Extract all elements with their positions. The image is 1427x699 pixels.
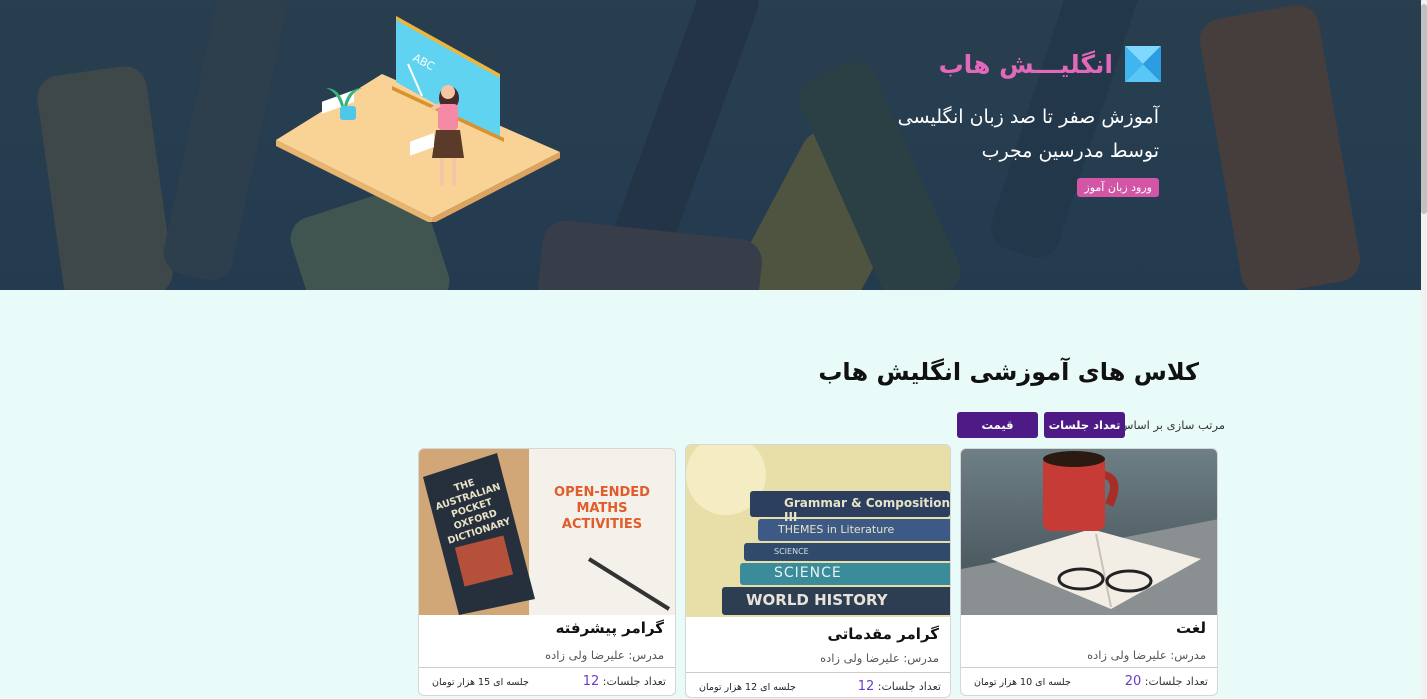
teacher-illustration: ABC bbox=[276, 16, 560, 222]
card-divider bbox=[961, 667, 1217, 668]
card-divider bbox=[686, 672, 950, 673]
course-sessions: تعداد جلسات: 20 bbox=[1125, 674, 1208, 689]
course-price: جلسه ای 15 هزار تومان bbox=[432, 677, 529, 688]
course-title: لغت bbox=[1176, 619, 1206, 637]
course-title: گرامر پیشرفته bbox=[555, 619, 664, 637]
book-spine-text: THEMES in Literature bbox=[778, 523, 895, 536]
sessions-label: تعداد جلسات: bbox=[877, 680, 941, 693]
course-card-advanced-grammar[interactable]: THE AUSTRALIAN POCKET OXFORD DICTIONARY … bbox=[418, 448, 676, 696]
course-image-dictionary: THE AUSTRALIAN POCKET OXFORD DICTIONARY … bbox=[419, 449, 675, 615]
course-sessions: تعداد جلسات: 12 bbox=[858, 679, 941, 694]
sort-label: مرتب سازی بر اساس: bbox=[1115, 418, 1225, 432]
course-price: جلسه ای 12 هزار تومان bbox=[699, 682, 796, 693]
course-teacher: مدرس: علیرضا ولی زاده bbox=[1087, 648, 1206, 662]
book-cover-text: OPEN-ENDED MATHS ACTIVITIES bbox=[554, 485, 650, 532]
book-spine-text: Grammar & Composition III bbox=[784, 496, 950, 524]
card-divider bbox=[419, 667, 675, 668]
sort-by-price-button[interactable]: قیمت bbox=[957, 412, 1038, 438]
hero-headline-line1: آموزش صفر تا صد زبان انگلیسی bbox=[897, 106, 1159, 128]
course-teacher: مدرس: علیرضا ولی زاده bbox=[820, 651, 939, 665]
course-image-coffee-book bbox=[961, 449, 1217, 615]
course-card-vocabulary[interactable]: لغت مدرس: علیرضا ولی زاده تعداد جلسات: 2… bbox=[960, 448, 1218, 696]
course-price: جلسه ای 10 هزار تومان bbox=[974, 677, 1071, 688]
brand-name: انگلیـــش هاب bbox=[938, 49, 1113, 79]
sessions-count: 20 bbox=[1124, 674, 1142, 689]
book-spine-text: SCIENCE bbox=[774, 565, 842, 581]
sessions-label: تعداد جلسات: bbox=[1144, 675, 1208, 688]
sort-by-sessions-button[interactable]: تعداد جلسات bbox=[1044, 412, 1125, 438]
course-image-book-stack: Grammar & Composition III THEMES in Lite… bbox=[686, 445, 950, 617]
sessions-label: تعداد جلسات: bbox=[602, 675, 666, 688]
page-scrollbar[interactable] bbox=[1421, 0, 1427, 699]
hero-overlay bbox=[0, 0, 1427, 290]
brand-logo-icon bbox=[1125, 46, 1161, 82]
course-title: گرامر مقدماتی bbox=[827, 625, 939, 643]
scrollbar-thumb[interactable] bbox=[1421, 4, 1427, 214]
course-card-intro-grammar[interactable]: Grammar & Composition III THEMES in Lite… bbox=[685, 444, 951, 698]
book-spine-text: SCIENCE bbox=[774, 547, 809, 556]
brand[interactable]: انگلیـــش هاب bbox=[939, 46, 1161, 82]
sessions-count: 12 bbox=[582, 674, 600, 689]
student-login-button[interactable]: ورود زبان آموز bbox=[1077, 178, 1159, 197]
section-title: کلاس های آموزشی انگلیش هاب bbox=[818, 358, 1199, 386]
course-teacher: مدرس: علیرضا ولی زاده bbox=[545, 648, 664, 662]
sessions-count: 12 bbox=[857, 679, 875, 694]
course-sessions: تعداد جلسات: 12 bbox=[583, 674, 666, 689]
book-spine-text: WORLD HISTORY bbox=[746, 591, 888, 609]
hero-banner: ABC انگلیـــش هاب آموزش صفر تا صد زبان ا… bbox=[0, 0, 1427, 290]
hero-headline-line2: توسط مدرسین مجرب bbox=[981, 140, 1159, 162]
